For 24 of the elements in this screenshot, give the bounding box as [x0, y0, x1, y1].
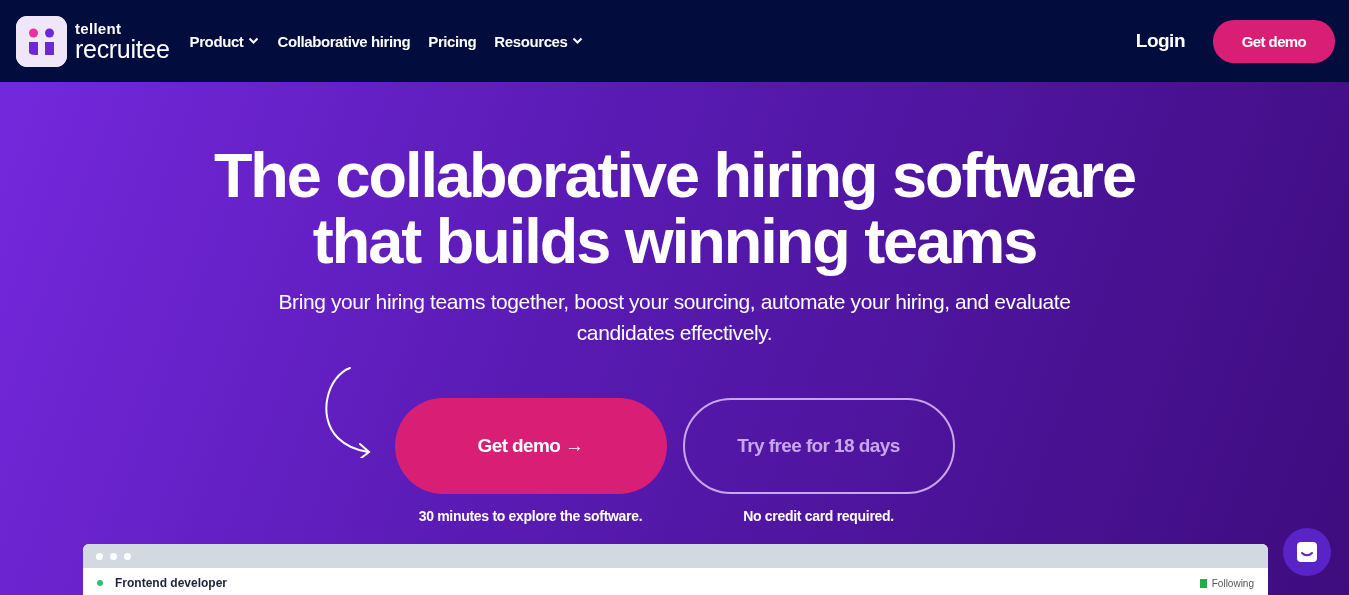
logo-name: recruitee	[75, 36, 170, 62]
following-indicator-icon	[1199, 578, 1207, 588]
hero-subtitle: Bring your hiring teams together, boost your sourcing, automate your hiring, and evaluate candidates effectively.	[277, 289, 1072, 346]
job-title: Frontend developer	[115, 576, 227, 590]
nav-item[interactable]: Pricing	[428, 32, 477, 50]
button-note: 30 minutes to explore the software.	[418, 508, 643, 524]
window-control-dot	[96, 552, 103, 560]
logo-brand: tellent	[75, 20, 123, 36]
nav-item[interactable]: Collaborative hiring	[277, 32, 411, 50]
login-link[interactable]: Login	[1135, 30, 1185, 52]
follow-status: Following	[1211, 577, 1254, 589]
window-control-dot	[110, 552, 117, 560]
get-demo-button[interactable]: Get demo	[1213, 19, 1335, 63]
button-note: No credit card required.	[743, 508, 894, 524]
chat-button[interactable]	[1283, 528, 1331, 576]
nav-item[interactable]: Resources	[494, 32, 584, 50]
get-demo-button[interactable]: Get demo →	[394, 398, 667, 494]
free-trial-button[interactable]: Try free for 18 days	[682, 398, 955, 494]
window-control-dot	[124, 552, 131, 560]
chat-icon	[1295, 540, 1319, 564]
nav-item[interactable]: Product	[189, 32, 260, 50]
status-dot	[97, 580, 103, 586]
logo-icon[interactable]	[16, 15, 67, 67]
hero-title: The collaborative hiring software	[213, 142, 1136, 208]
